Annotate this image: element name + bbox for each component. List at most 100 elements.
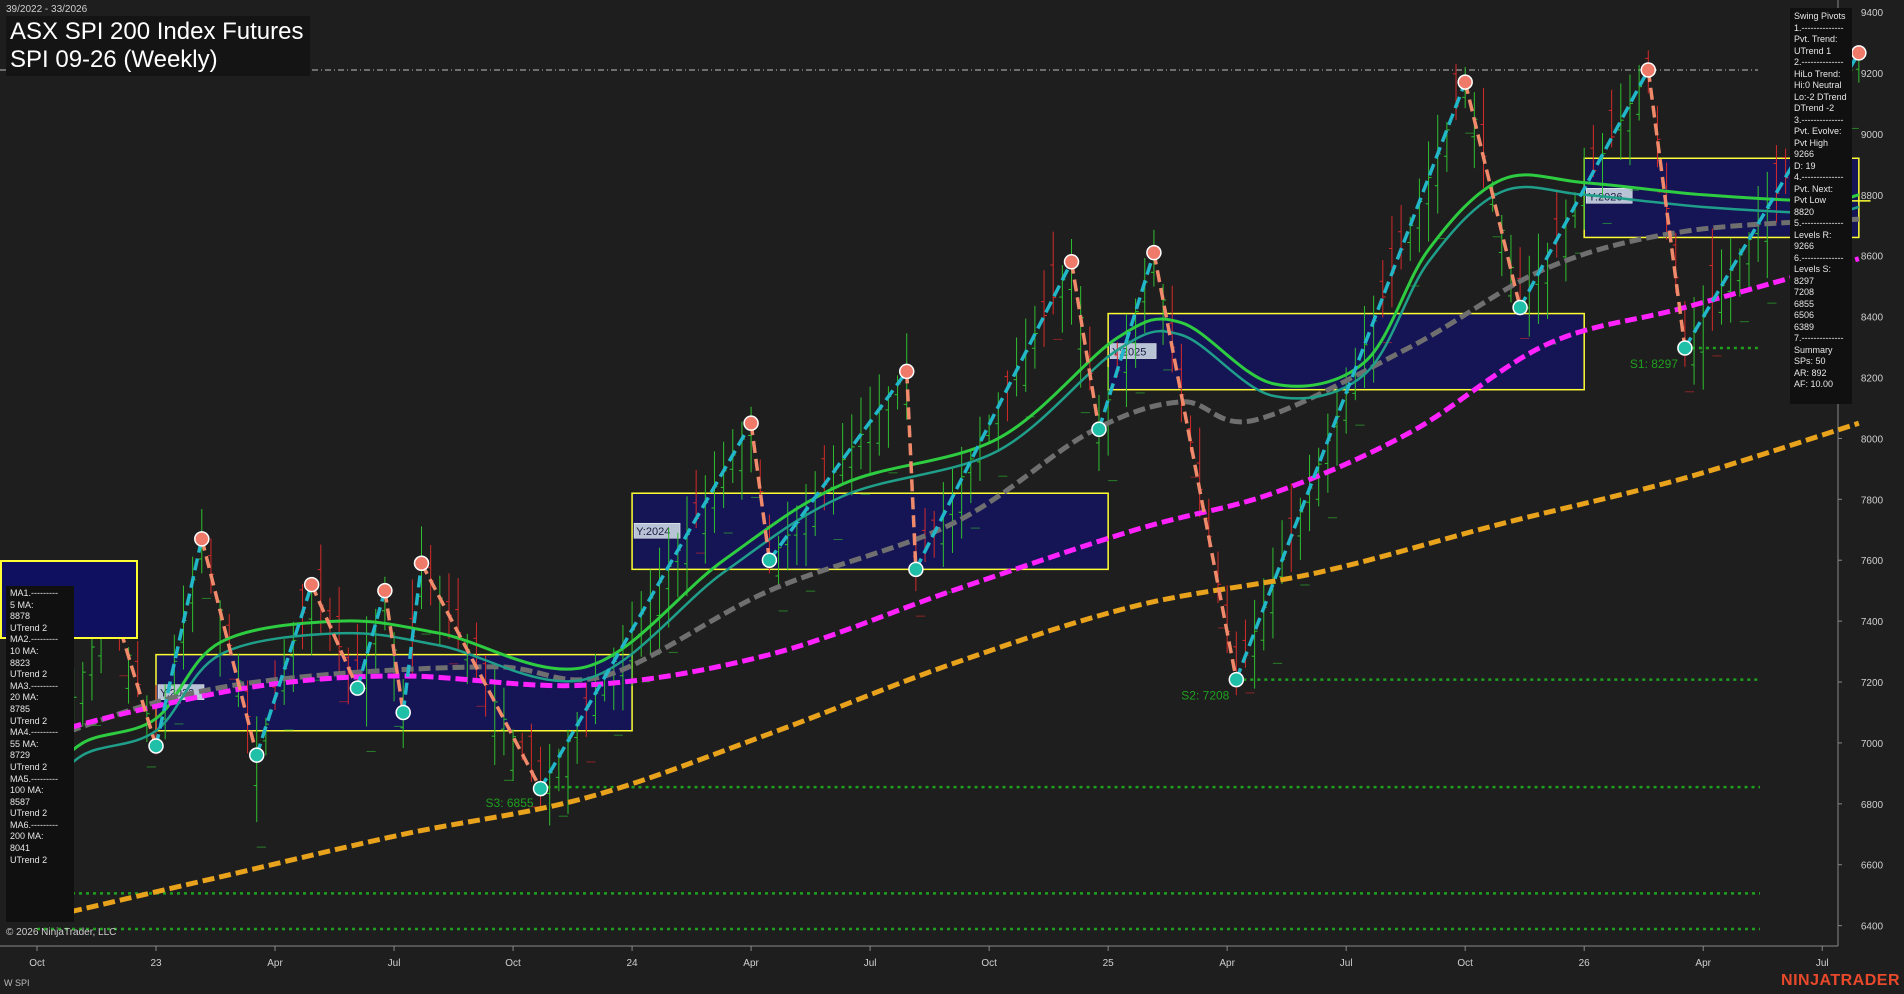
swing-panel-line: 9266 — [1794, 241, 1815, 251]
swing-panel-line: AR: 892 — [1794, 367, 1827, 378]
bench-panel-line: 10 MA: — [10, 645, 39, 656]
x-tick-label: Jul — [1340, 958, 1353, 969]
x-tick-label: Oct — [29, 958, 45, 969]
x-tick-label: Apr — [743, 958, 759, 969]
pivot-low-marker — [1091, 421, 1107, 438]
y-tick-label: 6600 — [1861, 861, 1884, 872]
x-tick-label: Apr — [1219, 958, 1235, 969]
swing-panel-line: Pvt. Trend: — [1794, 34, 1838, 44]
swing-panel-line: Hi:0 Neutral — [1794, 80, 1842, 90]
copyright: © 2026 NinjaTrader, LLC — [6, 927, 117, 938]
pivot-low-marker — [1677, 340, 1693, 356]
pivot-low-marker — [1228, 671, 1245, 688]
support-level-label: S2: 7208 — [1181, 689, 1229, 703]
pivot-low-marker — [148, 738, 164, 754]
pivot-high-marker — [194, 531, 210, 547]
x-tick-label: 23 — [150, 958, 162, 969]
swing-panel-line: 6855 — [1794, 298, 1815, 309]
y-tick-label: 8600 — [1861, 252, 1884, 263]
x-tick-label: 24 — [627, 958, 639, 969]
x-tick-label: Oct — [981, 958, 997, 969]
swing-panel-line: 8297 — [1794, 275, 1815, 286]
bench-panel-line: 100 MA: — [10, 785, 44, 796]
pivot-high-marker — [1146, 244, 1162, 261]
y-tick-label: 7000 — [1861, 739, 1884, 750]
swing-panel-line: 6389 — [1794, 321, 1815, 332]
bench-panel-line: 8823 — [10, 657, 31, 668]
swing-panel-line: Levels S: — [1794, 264, 1832, 274]
y-tick-label: 9000 — [1861, 130, 1884, 141]
swing-panel-line: Pvt Low — [1794, 195, 1827, 205]
swing-panel-line: SPs: 50 — [1794, 356, 1826, 366]
swing-panel-line: 7.-------------- — [1794, 333, 1844, 343]
bench-panel-line: 8041 — [10, 843, 31, 854]
bench-panel-line: UTrend 2 — [10, 761, 48, 772]
pivot-low-marker — [908, 561, 924, 578]
y-tick-label: 8000 — [1861, 434, 1884, 445]
date-range: 39/2022 - 33/2026 — [6, 4, 88, 15]
price-chart[interactable]: 6400 6600 6800 7000 7200 7400 7600 7800 8000 8200… — [0, 0, 1904, 994]
pivot-high-marker — [1457, 74, 1473, 90]
swing-panel-line: 2.-------------- — [1794, 57, 1844, 67]
bench-panel-line: 8729 — [10, 750, 31, 761]
bench-panel-line: 200 MA: — [10, 831, 44, 842]
pivot-high-marker — [377, 582, 393, 599]
y-tick-label: 7200 — [1861, 678, 1884, 689]
bench-marks-panel: MA1.--------- 5 MA: 8878 UTrend 2 MA2.------… — [6, 586, 74, 922]
bench-panel-line: MA5.--------- — [10, 773, 58, 784]
support-level-label: S3: 6855 — [486, 796, 534, 810]
swing-panel-line: 3.-------------- — [1794, 114, 1844, 125]
swing-panel-line: 8820 — [1794, 206, 1815, 217]
bench-panel-line: 20 MA: — [10, 692, 39, 703]
chart-title: ASX SPI 200 Index Futures — [10, 18, 304, 45]
swing-panel-line: AF: 10.00 — [1794, 379, 1834, 389]
pivot-high-marker — [413, 555, 430, 572]
pivot-low-marker — [349, 680, 366, 696]
swing-panel-line: 6506 — [1794, 310, 1815, 320]
y-tick-label: 8200 — [1861, 374, 1884, 385]
bench-panel-line: MA4.--------- — [10, 727, 58, 738]
bench-panel-line: UTrend 2 — [10, 669, 48, 680]
x-tick-label: Jul — [388, 958, 401, 969]
bench-panel-line: UTrend 2 — [10, 715, 48, 726]
swing-panel-line: D: 19 — [1794, 160, 1816, 171]
x-tick-label: Apr — [1695, 958, 1711, 969]
x-tick-label: Jul — [864, 958, 877, 969]
support-level-label: S1: 8297 — [1630, 357, 1678, 371]
swing-panel-line: 5.-------------- — [1794, 218, 1844, 228]
x-tick-label: Oct — [505, 958, 521, 969]
bench-panel-line: MA1.--------- — [10, 588, 58, 598]
pivot-high-marker — [743, 415, 759, 431]
bench-panel-line: UTrend 2 — [10, 622, 48, 633]
bench-panel-line: 8878 — [10, 611, 31, 622]
swing-pivots-panel: Swing Pivots 1.-------------- Pvt. Trend: U… — [1790, 8, 1852, 404]
y-tick-label: 6800 — [1861, 800, 1884, 811]
bench-panel-line: MA3.--------- — [10, 680, 58, 691]
swing-panel-line: Swing Pivots — [1794, 11, 1846, 21]
y-tick-label: 9400 — [1861, 8, 1884, 19]
swing-panel-line: 4.-------------- — [1794, 172, 1844, 182]
x-tick-label: 25 — [1103, 958, 1115, 969]
swing-panel-line: DTrend -2 — [1794, 103, 1835, 113]
pivot-low-marker — [1512, 299, 1528, 316]
x-tick-label: Apr — [267, 958, 283, 969]
swing-panel-line: Lo:-2 DTrend — [1794, 91, 1847, 102]
pivot-high-marker — [898, 363, 915, 380]
y-tick-label: 9200 — [1861, 69, 1884, 80]
pivot-low-marker — [248, 747, 265, 763]
pivot-high-marker — [1063, 254, 1080, 270]
x-tick-label: Oct — [1457, 958, 1473, 969]
pivot-high-marker — [1640, 62, 1657, 78]
swing-panel-line: Levels R: — [1794, 229, 1832, 240]
bench-panel-line: 8587 — [10, 796, 31, 807]
bench-panel-line: 55 MA: — [10, 738, 39, 749]
bench-panel-line: 8785 — [10, 703, 31, 714]
y-tick-label: 7600 — [1861, 556, 1884, 567]
x-tick-label: 26 — [1579, 958, 1591, 969]
swing-panel-line: Pvt. Next: — [1794, 183, 1834, 194]
chart-subtitle: SPI 09-26 (Weekly) — [10, 46, 218, 73]
pivot-high-marker — [1851, 45, 1867, 61]
swing-panel-line: 7208 — [1794, 287, 1815, 297]
chart-title-box: ASX SPI 200 Index Futures SPI 09-26 (Wee… — [6, 16, 310, 76]
ninjatrader-logo: NINJATRADER — [1781, 972, 1900, 989]
